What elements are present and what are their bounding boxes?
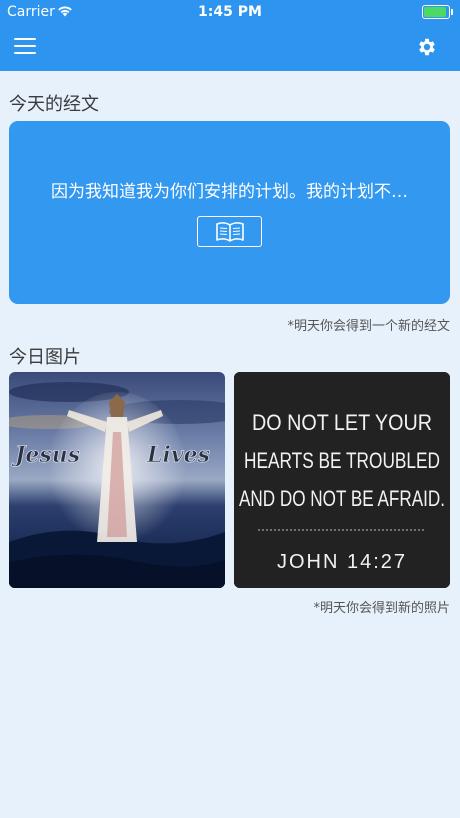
picture-note: *明天你会得到新的照片	[313, 601, 450, 616]
verse-note: *明天你会得到一个新的经文	[287, 319, 450, 334]
verse-image-line-1: DO NOT LET YOUR	[252, 410, 432, 435]
hamburger-icon-line	[14, 52, 36, 54]
hamburger-icon-line	[14, 45, 36, 47]
clock: 1:45 PM	[198, 4, 262, 20]
jesus-lives-image[interactable]: Jesus Lives	[9, 372, 225, 588]
book-icon	[216, 222, 244, 242]
battery-icon	[422, 5, 453, 19]
hamburger-icon-line	[14, 38, 36, 40]
verse-image-line-3: AND DO NOT BE AFRAID.	[239, 486, 445, 511]
status-bar: Carrier 1:45 PM	[0, 0, 460, 24]
image-text-jesus: Jesus	[11, 442, 80, 468]
navigation-bar	[0, 24, 460, 71]
read-verse-button[interactable]	[197, 216, 262, 247]
image-text-lives: Lives	[146, 442, 210, 468]
verse-section-title: 今天的经文	[9, 94, 99, 115]
verse-image-reference: JOHN 14:27	[277, 551, 407, 573]
gear-icon[interactable]	[416, 36, 438, 58]
battery-level	[424, 7, 446, 17]
picture-section-title: 今日图片	[9, 347, 81, 368]
menu-button[interactable]	[14, 38, 36, 56]
verse-card[interactable]: 因为我知道我为你们安排的计划。我的计划不…	[9, 121, 450, 304]
verse-image-line-2: HEARTS BE TROUBLED	[244, 448, 440, 473]
verse-text: 因为我知道我为你们安排的计划。我的计划不…	[51, 182, 408, 202]
verse-image[interactable]: DO NOT LET YOUR HEARTS BE TROUBLED AND D…	[234, 372, 450, 588]
